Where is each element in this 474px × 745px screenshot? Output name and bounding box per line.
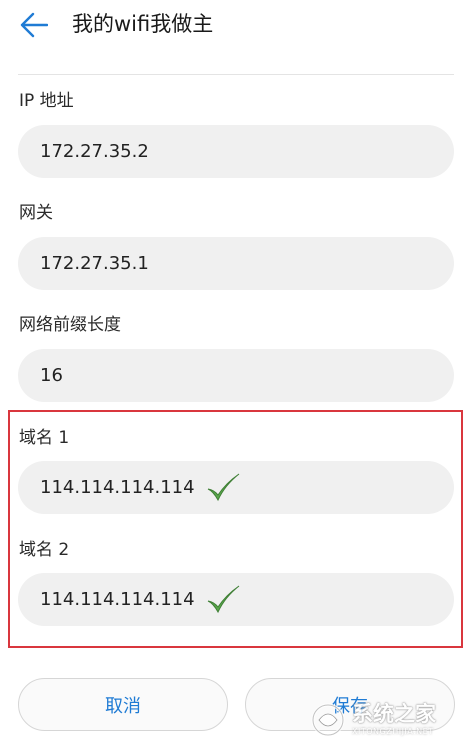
ip-address-field[interactable]: 172.27.35.2 (18, 125, 454, 178)
dns1-field[interactable]: 114.114.114.114 (18, 461, 454, 514)
watermark-text-cn: 系统之家 (352, 702, 436, 726)
dns2-field[interactable]: 114.114.114.114 (18, 573, 454, 626)
gateway-label: 网关 (19, 203, 53, 223)
prefix-length-field[interactable]: 16 (18, 349, 454, 402)
back-button[interactable] (14, 8, 54, 42)
page-title: 我的wifi我做主 (72, 12, 214, 36)
ip-address-value: 172.27.35.2 (40, 141, 149, 162)
watermark-logo-icon (311, 703, 345, 737)
checkmark-icon (207, 585, 240, 614)
dns2-value: 114.114.114.114 (40, 589, 195, 610)
gateway-value: 172.27.35.1 (40, 253, 149, 274)
watermark-text-en: XITONGZHIJIA.NET (352, 727, 434, 736)
dns1-label: 域名 1 (19, 428, 70, 448)
prefix-length-label: 网络前缀长度 (19, 315, 121, 335)
dns2-label: 域名 2 (19, 540, 70, 560)
static-ip-settings-page: 我的wifi我做主 IP 地址 172.27.35.2 网关 172.27.35… (0, 0, 474, 745)
prefix-length-value: 16 (40, 365, 63, 386)
top-app-bar: 我的wifi我做主 (0, 0, 474, 50)
checkmark-icon (207, 473, 240, 502)
gateway-field[interactable]: 172.27.35.1 (18, 237, 454, 290)
ip-address-label: IP 地址 (19, 91, 74, 111)
cancel-button[interactable]: 取消 (18, 678, 228, 731)
header-divider (18, 74, 454, 75)
site-watermark: 系统之家 XITONGZHIJIA.NET (310, 697, 468, 743)
arrow-left-icon (20, 12, 48, 38)
dns1-value: 114.114.114.114 (40, 477, 195, 498)
